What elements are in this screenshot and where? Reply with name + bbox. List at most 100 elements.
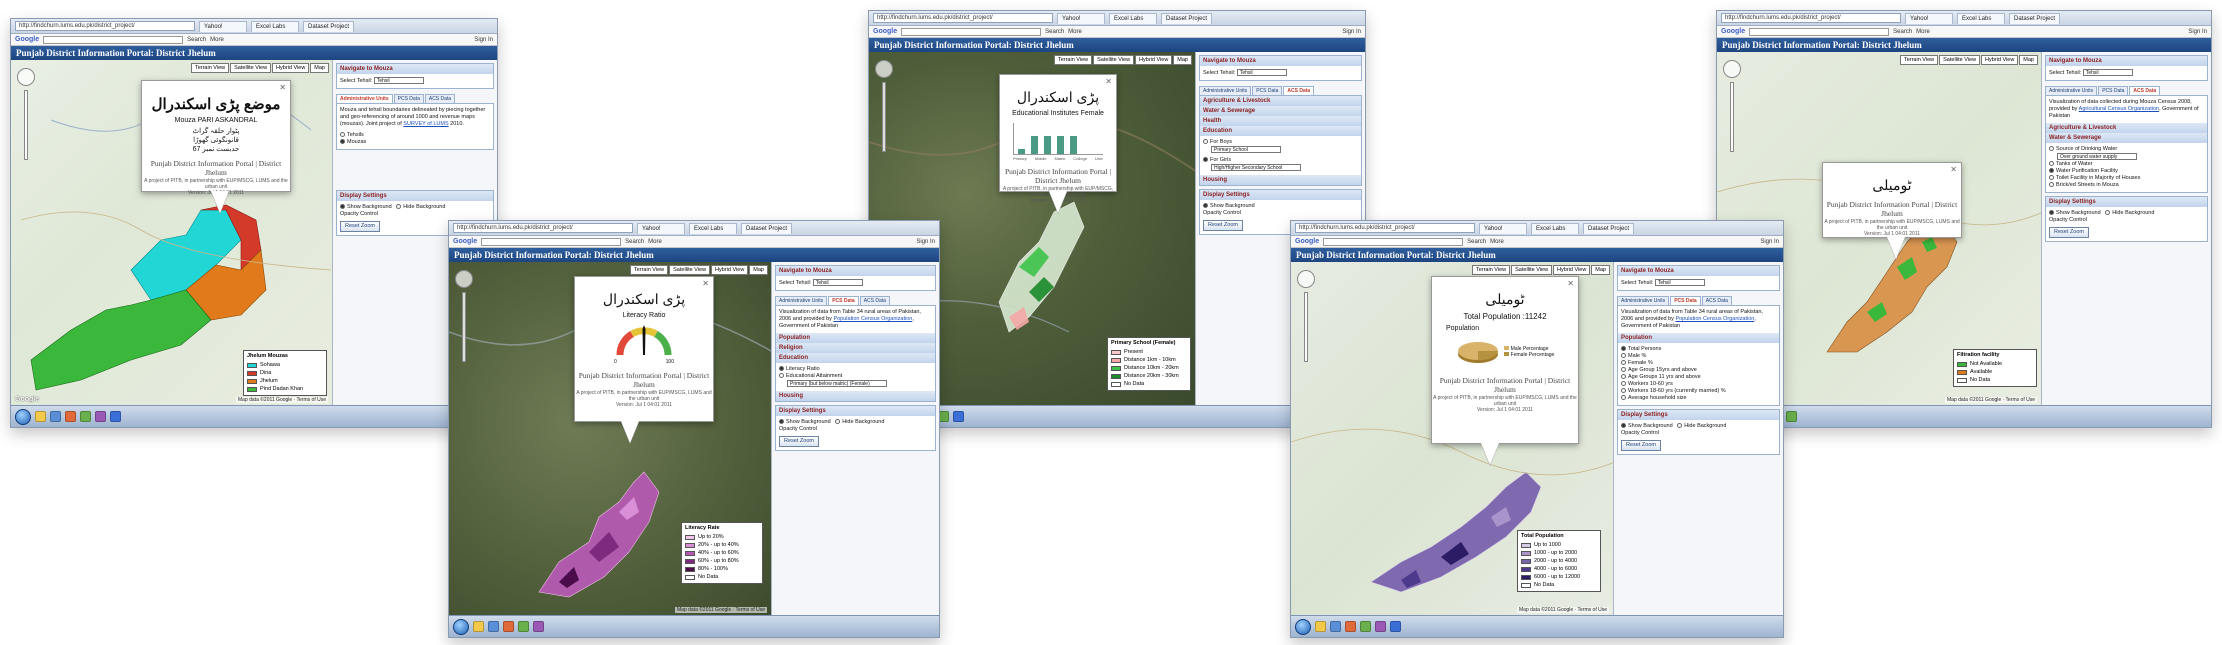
close-icon[interactable]: ✕ xyxy=(1567,279,1574,288)
sign-in-link[interactable]: Sign In xyxy=(2188,29,2207,35)
taskbar-icon[interactable] xyxy=(953,411,964,422)
more-button[interactable]: More xyxy=(210,37,224,43)
terrain-view-button[interactable]: Terrain View xyxy=(1053,55,1093,65)
satellite-view-button[interactable]: Satellite View xyxy=(1511,265,1553,275)
taskbar-icon[interactable] xyxy=(1345,621,1356,632)
map-satellite[interactable]: Terrain View Satellite View Hybrid View … xyxy=(449,262,771,615)
satellite-view-button[interactable]: Satellite View xyxy=(1093,55,1135,65)
reset-zoom-button[interactable]: Reset Zoom xyxy=(1203,219,1243,231)
religion-header[interactable]: Religion xyxy=(776,342,935,353)
close-icon[interactable]: ✕ xyxy=(1950,165,1957,174)
map-view-button[interactable]: Map xyxy=(1173,55,1192,65)
tab-pcs-data[interactable]: PCS Data xyxy=(2098,85,2129,95)
tab-excel[interactable]: Excel Labs xyxy=(1109,12,1157,24)
edu-attainment-radio[interactable] xyxy=(779,373,784,378)
tab-acs-data[interactable]: ACS Data xyxy=(859,295,890,305)
taskbar-icon[interactable] xyxy=(1390,621,1401,632)
pan-control[interactable] xyxy=(1297,270,1315,288)
pan-control[interactable] xyxy=(1723,60,1741,78)
address-bar[interactable]: http://findchurn.lums.edu.pk/district_pr… xyxy=(873,13,1053,23)
taskbar-icon[interactable] xyxy=(1786,411,1797,422)
satellite-view-button[interactable]: Satellite View xyxy=(1939,55,1981,65)
total-persons-radio[interactable] xyxy=(1621,346,1626,351)
sign-in-link[interactable]: Sign In xyxy=(916,239,935,245)
hybrid-view-button[interactable]: Hybrid View xyxy=(1135,55,1173,65)
start-button[interactable] xyxy=(15,408,31,425)
for-boys-radio[interactable] xyxy=(1203,139,1208,144)
close-icon[interactable]: ✕ xyxy=(702,279,709,288)
taskbar-icon[interactable] xyxy=(50,411,61,422)
taskbar-icon[interactable] xyxy=(1315,621,1326,632)
tab-pcs-data[interactable]: PCS Data xyxy=(393,93,424,103)
purification-radio[interactable] xyxy=(2049,167,2054,173)
water-header[interactable]: Water & Sewerage xyxy=(1200,105,1361,116)
tab-acs-data[interactable]: ACS Data xyxy=(1283,85,1315,95)
girls-school-select[interactable]: High/Higher Secondary School xyxy=(1211,163,1301,171)
education-header[interactable]: Education xyxy=(776,352,935,363)
taskbar-icon[interactable] xyxy=(1375,621,1386,632)
sign-in-link[interactable]: Sign In xyxy=(1760,239,1779,245)
sign-in-link[interactable]: Sign In xyxy=(1342,29,1361,35)
taskbar-icon[interactable] xyxy=(110,411,121,422)
tehsils-radio[interactable] xyxy=(340,132,345,137)
taskbar-icon[interactable] xyxy=(503,621,514,632)
tehsil-select[interactable]: Tehsil xyxy=(373,77,424,84)
taskbar-icon[interactable] xyxy=(1360,621,1371,632)
education-header[interactable]: Education xyxy=(1200,125,1361,136)
map-view-button[interactable]: Map xyxy=(2019,55,2038,65)
water-source-radio[interactable] xyxy=(2049,146,2054,151)
taskbar-icon[interactable] xyxy=(533,621,544,632)
reset-zoom-button[interactable]: Reset Zoom xyxy=(340,220,380,232)
tab-yahoo[interactable]: Yahoo! xyxy=(199,20,247,32)
start-button[interactable] xyxy=(1295,618,1311,635)
tab-acs-data[interactable]: ACS Data xyxy=(424,93,456,103)
age-group-radio[interactable] xyxy=(1621,374,1626,379)
reset-zoom-button[interactable]: Reset Zoom xyxy=(2049,226,2089,238)
hybrid-view-button[interactable]: Hybrid View xyxy=(711,265,749,275)
google-search-box[interactable] xyxy=(1749,27,1890,36)
tab-yahoo[interactable]: Yahoo! xyxy=(1905,12,1953,24)
tab-excel[interactable]: Excel Labs xyxy=(1957,12,2005,24)
taskbar-icon[interactable] xyxy=(1330,621,1341,632)
tab-pcs-data[interactable]: PCS Data xyxy=(828,295,859,305)
sign-in-link[interactable]: Sign In xyxy=(474,37,493,43)
tab-administrative-units[interactable]: Administrative Units xyxy=(1199,85,1252,95)
start-button[interactable] xyxy=(453,618,469,635)
more-button[interactable]: More xyxy=(1916,29,1930,35)
hide-background-radio[interactable] xyxy=(396,204,402,209)
search-button[interactable]: Search xyxy=(625,239,644,245)
taskbar-icon[interactable] xyxy=(95,411,106,422)
for-girls-radio[interactable] xyxy=(1203,156,1208,162)
map-view-button[interactable]: Map xyxy=(310,63,329,73)
hide-background-radio[interactable] xyxy=(2105,209,2111,215)
tab-administrative-units[interactable]: Administrative Units xyxy=(775,295,828,305)
age-group-radio[interactable] xyxy=(1621,367,1626,372)
close-icon[interactable]: ✕ xyxy=(279,83,286,92)
taskbar-icon[interactable] xyxy=(35,411,46,422)
pcs-org-link[interactable]: Population Census Organization xyxy=(1675,316,1754,322)
map-terrain[interactable]: Terrain View Satellite View Hybrid View … xyxy=(1291,262,1613,615)
address-bar[interactable]: http://findchurn.lums.edu.pk/district_pr… xyxy=(15,21,195,31)
map-view-button[interactable]: Map xyxy=(1591,265,1610,275)
show-background-radio[interactable] xyxy=(2049,209,2054,215)
edu-attainment-select[interactable]: Primary (but below matric) (Female) xyxy=(787,379,887,387)
tehsil-select[interactable]: Tehsil xyxy=(2082,69,2133,76)
tab-project[interactable]: Dataset Project xyxy=(741,222,793,234)
workers-radio[interactable] xyxy=(1621,381,1626,386)
workers-married-radio[interactable] xyxy=(1621,388,1626,393)
hybrid-view-button[interactable]: Hybrid View xyxy=(1553,265,1591,275)
tab-pcs-data[interactable]: PCS Data xyxy=(1252,85,1283,95)
address-bar[interactable]: http://findchurn.lums.edu.pk/district_pr… xyxy=(453,223,633,233)
more-button[interactable]: More xyxy=(648,239,662,245)
agri-header[interactable]: Agriculture & Livestock xyxy=(2046,122,2207,133)
google-search-box[interactable] xyxy=(901,27,1042,36)
zoom-slider[interactable] xyxy=(462,292,466,362)
pan-control[interactable] xyxy=(455,270,473,288)
tab-project[interactable]: Dataset Project xyxy=(2009,12,2061,24)
show-background-radio[interactable] xyxy=(779,418,784,424)
hide-background-radio[interactable] xyxy=(1677,423,1683,428)
population-header[interactable]: Population xyxy=(1618,332,1779,343)
boys-school-select[interactable]: Primary School xyxy=(1211,145,1281,153)
terrain-view-button[interactable]: Terrain View xyxy=(1899,55,1939,65)
map-view-button[interactable]: Map xyxy=(749,265,768,275)
